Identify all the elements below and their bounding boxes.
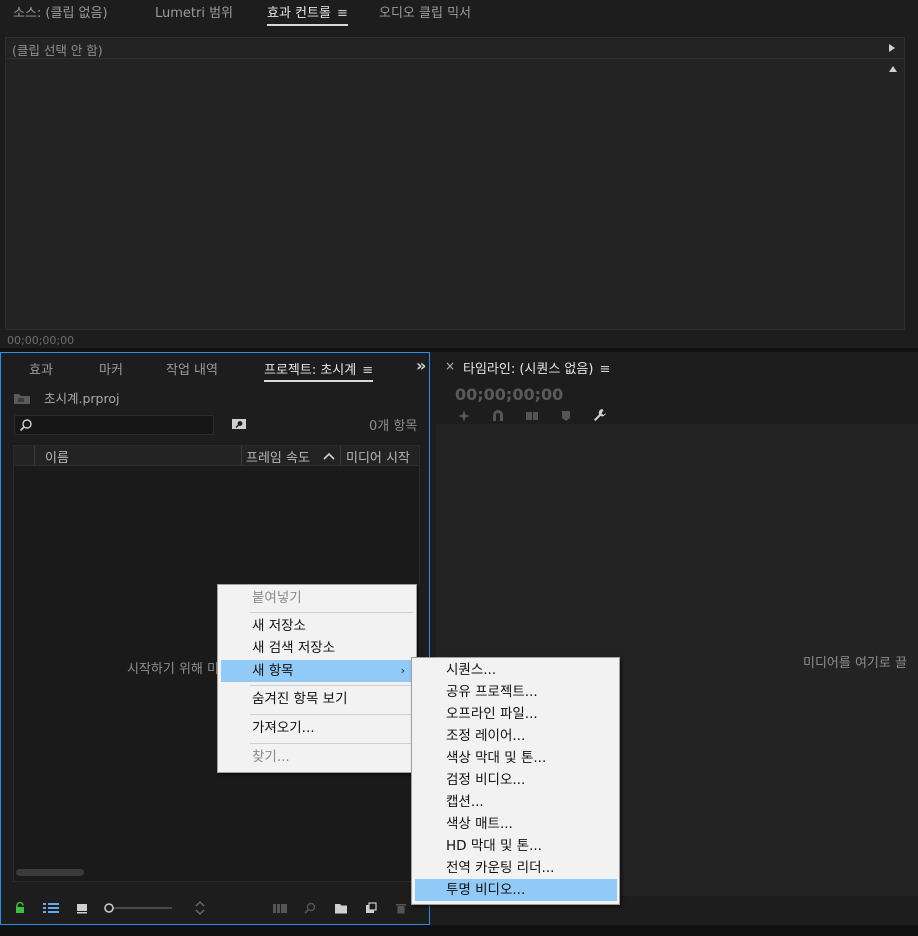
tab-effect-controls[interactable]: 효과 컨트롤 ≡	[267, 2, 348, 26]
timeline-timecode[interactable]: 00;00;00;00	[455, 385, 563, 404]
active-tab-underline	[264, 380, 374, 382]
effect-controls-timecode[interactable]: 00;00;00;00	[7, 334, 74, 347]
list-header: 이름 프레임 속도 미디어 시작	[14, 446, 419, 466]
status-strip	[0, 925, 918, 936]
submenu-item-hd-bars-and-tone[interactable]: HD 막대 및 톤...	[415, 835, 617, 857]
project-file-name: 초시계.prproj	[44, 391, 120, 406]
panel-menu-icon[interactable]: ≡	[599, 362, 610, 377]
tab-lumetri-scopes[interactable]: Lumetri 범위	[155, 2, 233, 21]
effect-controls-panel: (클립 선택 안 함)	[5, 37, 905, 330]
submenu-item-color-matte[interactable]: 색상 매트...	[415, 813, 617, 835]
search-input[interactable]	[14, 415, 214, 435]
new-item-submenu: 시퀀스... 공유 프로젝트... 오프라인 파일... 조정 레이어... 색…	[411, 657, 620, 905]
context-menu: 붙여넣기 새 저장소 새 검색 저장소 새 항목 › 숨겨진 항목 보기 가져오…	[217, 584, 417, 773]
sort-icons-icon[interactable]	[194, 900, 206, 916]
find-bin-icon[interactable]	[231, 417, 247, 431]
timeline-title: 타임라인: (시퀀스 없음)	[463, 362, 594, 377]
trash-icon[interactable]	[395, 902, 407, 914]
menu-item-find[interactable]: 찾기...	[221, 746, 413, 768]
item-count: 0개 항목	[369, 419, 418, 434]
project-bottom-toolbar	[1, 893, 429, 923]
menu-separator	[250, 743, 413, 744]
top-tab-bar: 소스: (클립 없음) Lumetri 범위 효과 컨트롤 ≡ 오디오 클립 믹서	[0, 0, 918, 26]
tab-source[interactable]: 소스: (클립 없음)	[13, 2, 108, 21]
menu-item-new-search-bin[interactable]: 새 검색 저장소	[221, 637, 413, 659]
tab-markers[interactable]: 마커	[99, 359, 123, 378]
panel-menu-icon[interactable]: ≡	[337, 6, 348, 21]
menu-item-new-item[interactable]: 새 항목 ›	[221, 660, 413, 682]
new-item-icon[interactable]	[365, 902, 377, 914]
list-view-icon[interactable]	[42, 902, 60, 914]
active-tab-underline	[267, 24, 348, 26]
tab-project[interactable]: 프로젝트: 초시계 ≡	[264, 359, 374, 382]
tab-effects[interactable]: 효과	[29, 359, 53, 378]
expand-right-icon[interactable]	[889, 44, 895, 52]
submenu-item-shared-project[interactable]: 공유 프로젝트...	[415, 681, 617, 703]
effect-controls-header: (클립 선택 안 함)	[6, 38, 904, 59]
tab-project-label: 프로젝트: 초시계	[264, 363, 357, 378]
add-marker-icon[interactable]	[560, 409, 572, 423]
close-icon[interactable]: ×	[445, 359, 455, 373]
menu-separator	[250, 612, 413, 613]
column-header-frame-rate[interactable]: 프레임 속도	[246, 447, 310, 466]
column-divider	[340, 446, 341, 465]
scroll-up-icon[interactable]	[889, 66, 897, 72]
tab-audio-clip-mixer[interactable]: 오디오 클립 믹서	[379, 2, 471, 21]
column-divider	[241, 446, 242, 465]
linked-selection-icon[interactable]	[525, 409, 539, 423]
submenu-item-sequence[interactable]: 시퀀스...	[415, 659, 617, 681]
submenu-item-black-video[interactable]: 검정 비디오...	[415, 769, 617, 791]
project-folder-icon	[14, 394, 30, 404]
submenu-item-transparent-video[interactable]: 투명 비디오...	[415, 879, 617, 901]
settings-wrench-icon[interactable]	[593, 408, 607, 422]
menu-separator	[250, 685, 413, 686]
submenu-item-universal-counting-leader[interactable]: 전역 카운팅 리더...	[415, 857, 617, 879]
menu-item-new-item-label: 새 항목	[252, 663, 294, 679]
menu-item-import[interactable]: 가져오기...	[221, 717, 413, 739]
horizontal-scrollbar[interactable]	[16, 869, 84, 876]
lock-icon[interactable]	[14, 902, 26, 914]
new-bin-icon[interactable]	[334, 902, 348, 914]
overflow-chevron-icon[interactable]: »	[416, 356, 426, 375]
submenu-arrow-icon: ›	[400, 664, 405, 677]
find-icon[interactable]	[304, 902, 316, 914]
empty-list-message: 시작하기 위해 미	[127, 662, 219, 677]
tab-effect-controls-label: 효과 컨트롤	[267, 6, 331, 21]
menu-item-paste[interactable]: 붙여넣기	[221, 587, 413, 609]
submenu-item-bars-and-tone[interactable]: 색상 막대 및 톤...	[415, 747, 617, 769]
panel-menu-icon[interactable]: ≡	[362, 363, 373, 378]
tab-history[interactable]: 작업 내역	[166, 359, 218, 378]
automate-to-sequence-icon[interactable]	[272, 902, 288, 914]
column-header-name[interactable]: 이름	[45, 447, 69, 466]
menu-item-show-hidden[interactable]: 숨겨진 항목 보기	[221, 688, 413, 710]
column-divider	[34, 446, 35, 465]
column-header-media-start[interactable]: 미디어 시작	[346, 447, 410, 466]
timeline-tab[interactable]: 타임라인: (시퀀스 없음) ≡	[463, 358, 610, 377]
submenu-item-adjustment-layer[interactable]: 조정 레이어...	[415, 725, 617, 747]
no-clip-selected-label: (클립 선택 안 함)	[12, 43, 103, 58]
menu-separator	[250, 714, 413, 715]
search-icon	[19, 419, 32, 432]
sort-ascending-icon[interactable]	[323, 452, 335, 460]
zoom-slider[interactable]	[102, 901, 174, 915]
timeline-drop-message: 미디어를 여기로 끌	[803, 656, 907, 671]
snap-magnet-icon[interactable]	[491, 409, 505, 423]
submenu-item-captions[interactable]: 캡션...	[415, 791, 617, 813]
menu-item-new-bin[interactable]: 새 저장소	[221, 615, 413, 637]
icon-view-icon[interactable]	[76, 902, 88, 914]
submenu-item-offline-file[interactable]: 오프라인 파일...	[415, 703, 617, 725]
insert-sequence-icon[interactable]	[457, 409, 471, 423]
